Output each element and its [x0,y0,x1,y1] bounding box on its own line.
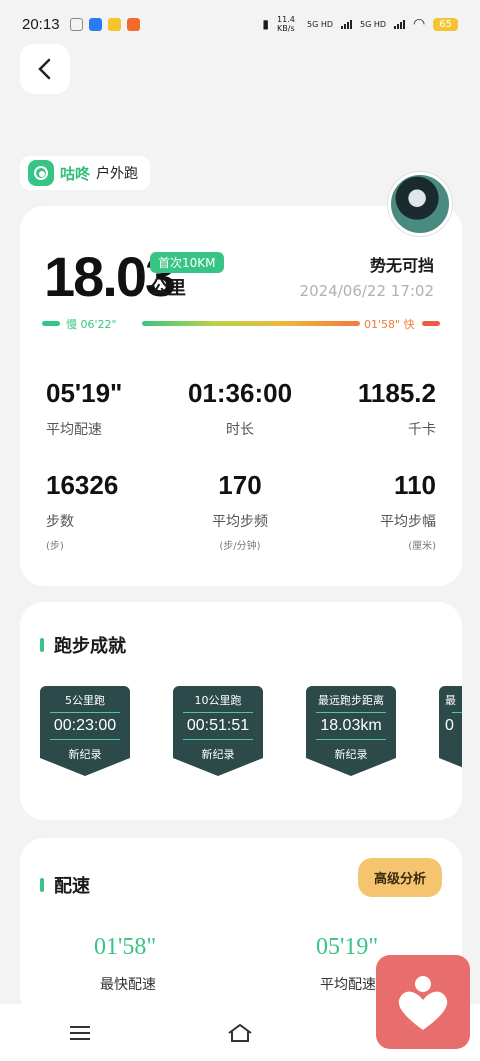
pace-range-bar: 慢 06'22" 01'58" 快 [42,316,440,331]
badge-title: 最远跑步距离 [318,694,384,707]
achievement-list[interactable]: 5公里跑 00:23:00 新纪录 10公里跑 00:51:51 新纪录 最远跑… [40,686,462,782]
badge-title: 10公里跑 [194,694,242,707]
slow-pace-label: 慢 06'22" [66,318,117,331]
chevron-left-icon [38,58,51,80]
signal-1-label: 5G HD [307,19,334,29]
summary-card: 18.03 首次10KM 公里 势无可挡 2024/06/22 17:02 慢 … [20,206,462,586]
username: 势无可挡 [369,256,434,275]
stat-steps: 16326 步数 (步) [46,470,118,552]
qq-icon [88,17,102,31]
achievement-badge[interactable]: 5公里跑 00:23:00 新纪录 [40,686,130,776]
meituan-icon [107,17,121,31]
stat-value: 110 [394,470,436,500]
section-marker [40,638,44,652]
stat-calories: 1185.2 千卡 [358,378,436,439]
badge-title: 最 [445,694,456,707]
stat-stride: 110 平均步幅 (厘米) [380,470,436,552]
badge-divider [452,712,462,713]
achievement-badge[interactable]: 最 0 [439,686,462,776]
advanced-analysis-button[interactable]: 高级分析 [357,858,442,897]
badge-value: 00:51:51 [186,717,250,734]
stat-label: 平均步幅 [380,514,436,530]
pace-gradient [142,321,360,326]
badge-divider [316,712,386,713]
badge-divider [50,712,120,713]
fast-pace-label: 01'58" 快 [364,318,415,331]
badge-divider [316,739,386,740]
avatar[interactable] [388,172,452,236]
distance-unit: 公里 [150,278,186,299]
badge-record: 新纪录 [334,748,368,761]
achievements-title-text: 跑步成就 [54,636,126,657]
badge-divider [183,712,253,713]
wifi-icon: ◠ [413,16,426,32]
status-bar: 20:13 ▮ 11.4 KB/s 5G HD 5G HD ◠ 65 [0,0,480,48]
battery-indicator: 65 [433,17,458,31]
stat-label: 步数 [46,514,74,530]
stat-value: 16326 [46,470,119,500]
pace-title: 配速 [40,872,90,898]
status-right: ▮ 11.4 KB/s 5G HD 5G HD ◠ 65 [262,15,458,33]
stat-cadence: 170 平均步频 (步/分钟) [180,470,300,552]
stat-duration: 01:36:00 时长 [180,378,300,439]
badge-title: 5公里跑 [65,694,105,707]
first-10km-badge: 首次10KM [150,252,224,273]
brand-tag: 咕咚 户外跑 [20,156,151,190]
brand-name: 咕咚 [60,164,91,183]
run-date: 2024/06/22 17:02 [299,282,434,300]
fastest-pace-label: 最快配速 [100,977,156,993]
badge-value: 0 [445,717,454,734]
achievement-badge[interactable]: 最远跑步距离 18.03km 新纪录 [306,686,396,776]
avg-pace-label: 平均配速 [320,977,376,993]
heart-icon [398,976,448,1030]
achievements-card: 跑步成就 5公里跑 00:23:00 新纪录 10公里跑 00:51:51 新纪… [20,602,462,820]
stat-value: 1185.2 [357,378,436,408]
section-marker [40,878,44,892]
notification-icon [69,17,83,31]
avg-pace-value: 05'19" [316,934,379,960]
net-speed: 11.4 KB/s [277,15,295,33]
signal-1-icon [341,19,353,29]
stat-label: 千卡 [408,422,436,438]
badge-record: 新纪录 [201,748,235,761]
badge-divider [183,739,253,740]
status-time: 20:13 [22,15,60,33]
badge-value: 00:23:00 [53,717,117,734]
signal-2-label: 5G HD [360,19,387,29]
stat-value: 170 [218,470,262,500]
achievements-title: 跑步成就 [40,632,126,658]
badge-divider [50,739,120,740]
back-button[interactable] [20,44,70,94]
stat-unit: (厘米) [408,541,436,552]
floating-heart-widget[interactable] [376,955,470,1049]
stat-avg-pace: 05'19" 平均配速 [46,378,122,439]
brand-sub: 户外跑 [96,166,139,182]
stat-label: 平均步频 [212,514,268,530]
badge-record: 新纪录 [68,748,102,761]
fast-marker [422,321,440,326]
signal-2-icon [394,19,406,29]
menu-icon[interactable] [65,1018,95,1048]
stat-label: 平均配速 [46,422,102,438]
fastest-pace-value: 01'58" [94,934,157,960]
badge-value: 18.03km [320,717,382,734]
brand-logo-icon [28,160,54,186]
stat-label: 时长 [226,422,254,438]
home-icon[interactable] [225,1018,255,1048]
stat-value: 05'19" [46,378,123,408]
stat-value: 01:36:00 [187,378,293,408]
slow-marker [42,321,60,326]
app-icon [126,17,140,31]
stat-unit: (步/分钟) [219,541,261,552]
stat-unit: (步) [46,541,64,552]
achievement-badge[interactable]: 10公里跑 00:51:51 新纪录 [173,686,263,776]
vibrate-icon: ▮ [262,17,270,31]
pace-title-text: 配速 [54,876,90,897]
